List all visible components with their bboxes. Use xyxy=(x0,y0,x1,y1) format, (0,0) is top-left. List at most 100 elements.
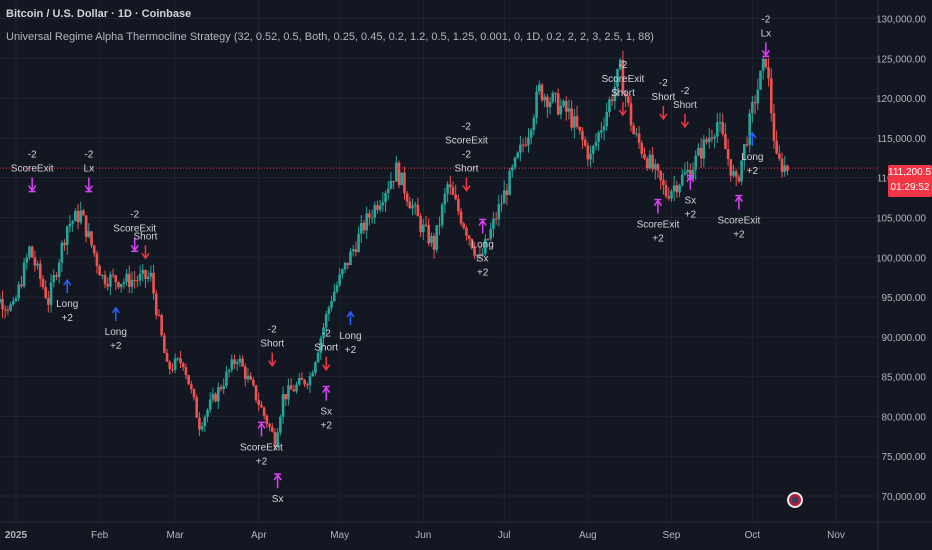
signal-label: +2 xyxy=(62,313,74,324)
candle xyxy=(330,301,333,308)
candle xyxy=(233,359,236,365)
y-tick-label: 90,000.00 xyxy=(882,333,927,344)
x-tick-label: Jun xyxy=(415,530,431,541)
candle xyxy=(438,224,441,226)
candle xyxy=(359,222,363,234)
candle xyxy=(395,162,398,182)
candle xyxy=(357,233,360,252)
candle xyxy=(513,157,517,168)
signal-label: -2 xyxy=(462,150,471,161)
candle xyxy=(680,174,684,186)
signal-label: Long xyxy=(105,327,127,338)
candle xyxy=(79,210,83,223)
candle xyxy=(181,363,185,368)
candle xyxy=(508,170,511,195)
candle xyxy=(403,172,406,194)
candle xyxy=(171,369,174,371)
candle xyxy=(22,262,26,287)
candle xyxy=(211,393,215,400)
candle xyxy=(103,275,107,285)
candle xyxy=(440,204,444,225)
candle xyxy=(767,66,770,79)
candle xyxy=(109,274,112,287)
candle xyxy=(556,93,560,115)
candle xyxy=(262,407,266,416)
price-chart[interactable]: 70,000.00 75,000.00 80,000.00 85,000.00 90,0… xyxy=(0,0,932,550)
signal-label: -2 xyxy=(322,329,331,340)
candle xyxy=(241,358,244,367)
candle xyxy=(467,235,471,239)
candle xyxy=(9,304,12,311)
candle xyxy=(49,282,53,305)
signal-label: +2 xyxy=(747,166,759,177)
candle xyxy=(163,335,166,353)
candle xyxy=(778,153,781,159)
candle xyxy=(28,246,31,258)
candle xyxy=(98,265,101,276)
candle xyxy=(230,359,234,370)
candle xyxy=(314,362,317,373)
candle xyxy=(759,70,762,90)
candle xyxy=(659,170,662,181)
candle xyxy=(327,307,331,315)
flag-icon[interactable] xyxy=(787,492,803,508)
candle xyxy=(519,144,522,153)
candle xyxy=(670,191,673,199)
candle xyxy=(678,185,681,193)
candle xyxy=(341,269,344,275)
candle xyxy=(632,125,635,135)
candle xyxy=(422,224,425,233)
candle xyxy=(457,199,460,212)
candle xyxy=(780,158,784,172)
candle xyxy=(446,184,449,194)
candle xyxy=(289,385,293,390)
candle xyxy=(427,224,430,244)
signal-label: Short xyxy=(455,164,479,175)
signal-label: Lx xyxy=(84,164,95,175)
signal-label: ScoreExit xyxy=(717,216,760,227)
candle xyxy=(562,100,565,106)
candle xyxy=(378,205,382,210)
candle xyxy=(3,309,7,311)
candle xyxy=(44,287,47,299)
candle xyxy=(764,58,768,67)
candle xyxy=(559,105,563,115)
candle xyxy=(600,130,603,133)
candle xyxy=(149,272,153,277)
candle xyxy=(370,217,374,219)
candle xyxy=(284,394,288,400)
candle xyxy=(192,389,196,398)
candle xyxy=(775,140,778,154)
candle xyxy=(349,251,352,265)
candle xyxy=(581,130,584,140)
candle xyxy=(165,352,169,362)
candle xyxy=(33,257,37,266)
candle xyxy=(154,293,158,316)
candle xyxy=(586,145,590,160)
candle xyxy=(489,228,493,240)
candle xyxy=(144,269,147,279)
candle xyxy=(292,389,296,392)
candle xyxy=(71,221,74,224)
candle xyxy=(36,263,39,266)
candle xyxy=(610,99,614,102)
candle xyxy=(346,262,350,265)
candle xyxy=(432,236,436,250)
candle xyxy=(729,159,733,176)
candle xyxy=(732,171,735,176)
candle xyxy=(203,416,207,427)
candle xyxy=(419,216,422,233)
candle xyxy=(246,375,250,380)
x-tick-label: Aug xyxy=(579,530,597,541)
candle xyxy=(532,117,536,131)
candle xyxy=(459,211,463,224)
candle xyxy=(84,215,88,237)
candle xyxy=(38,263,42,279)
y-tick-label: 115,000.00 xyxy=(877,134,927,145)
signal-label: Short xyxy=(134,231,158,242)
candle xyxy=(87,231,91,237)
symbol-title: Bitcoin / U.S. Dollar · 1D · Coinbase xyxy=(6,8,192,20)
candle xyxy=(651,154,654,170)
candle xyxy=(130,279,134,287)
candle xyxy=(287,385,290,400)
